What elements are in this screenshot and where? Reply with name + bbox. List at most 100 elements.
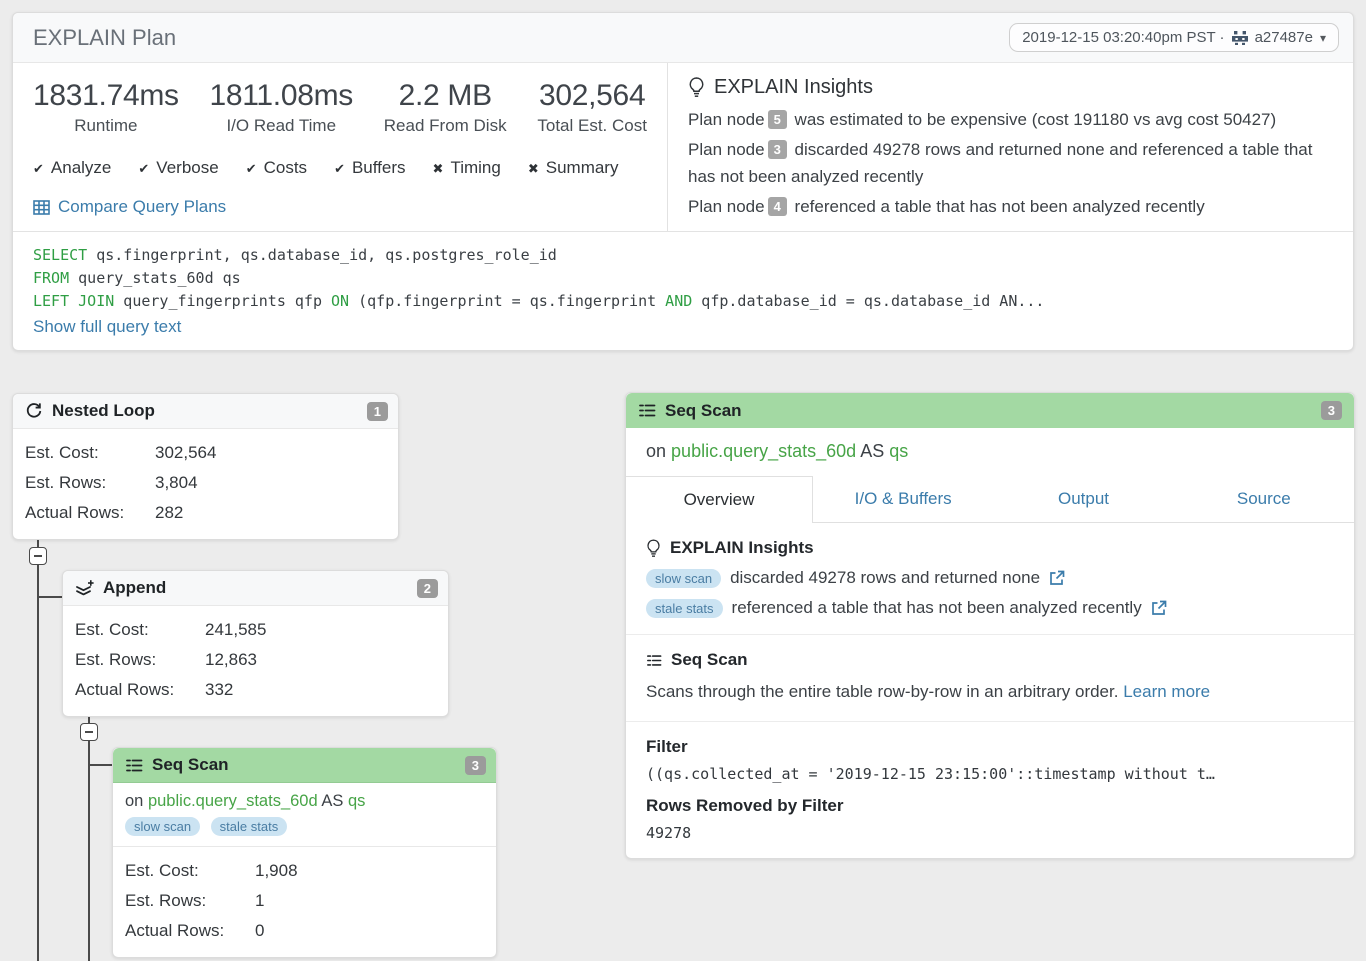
stat-label: Read From Disk [384, 116, 507, 136]
details-header: Seq Scan 3 [626, 393, 1354, 428]
table-link[interactable]: public.query_stats_60d [148, 792, 318, 810]
summary-stats-pane: 1831.74ms Runtime 1811.08ms I/O Read Tim… [13, 63, 667, 231]
plan-node-seq-scan[interactable]: Seq Scan 3 on public.query_stats_60d AS … [112, 747, 497, 958]
stat-io-read-time: 1811.08ms I/O Read Time [210, 79, 354, 136]
table-link[interactable]: public.query_stats_60d [671, 441, 856, 461]
sql-text: (qfp.fingerprint = qs.fingerprint [349, 292, 665, 310]
rows-removed-title: Rows Removed by Filter [646, 796, 1334, 816]
external-link-icon[interactable] [1049, 570, 1065, 586]
query-text-section: SELECT qs.fingerprint, qs.database_id, q… [13, 231, 1353, 350]
insight-prefix: Plan node [688, 197, 765, 216]
lightbulb-icon [688, 77, 705, 98]
details-table-row: on public.query_stats_60d AS qs [626, 428, 1354, 476]
stat-value: 1 [255, 886, 264, 916]
stat-value: 1,908 [255, 856, 298, 886]
stat-row: Est. Cost:1,908 [125, 856, 484, 886]
plan-node-badge[interactable]: 4 [768, 197, 787, 216]
collapse-node-button[interactable] [80, 723, 98, 741]
option-buffers: ✔Buffers [334, 158, 405, 178]
tab-source[interactable]: Source [1174, 476, 1354, 523]
sql-keyword: LEFT JOIN [33, 292, 114, 310]
stat-row: Est. Cost:302,564 [25, 438, 386, 468]
section-title-text: Seq Scan [671, 650, 748, 670]
filter-section: Filter ((qs.collected_at = '2019-12-15 2… [626, 722, 1354, 858]
stat-row: Actual Rows:0 [125, 916, 484, 946]
plan-selector-dropdown[interactable]: 2019-12-15 03:20:40pm PST · a27487e ▾ [1009, 23, 1339, 52]
insight-item: Plan node4 referenced a table that has n… [688, 193, 1333, 220]
stat-row: Est. Rows:3,804 [25, 468, 386, 498]
stat-row: Est. Rows:1 [125, 886, 484, 916]
plan-tree: Nested Loop 1 Est. Cost:302,564 Est. Row… [12, 380, 1366, 961]
description-text: Scans through the entire table row-by-ro… [646, 682, 1118, 701]
plan-node-badge[interactable]: 3 [768, 140, 787, 159]
table-grid-icon [33, 200, 50, 215]
tree-connector-line [38, 596, 62, 598]
compare-query-plans-link[interactable]: Compare Query Plans [58, 197, 226, 217]
node-number-badge: 1 [367, 402, 388, 421]
stat-label: Actual Rows: [75, 675, 205, 705]
tab-io-buffers[interactable]: I/O & Buffers [813, 476, 993, 523]
lightbulb-icon [646, 539, 661, 558]
plan-node-badge[interactable]: 5 [768, 110, 787, 129]
node-title: Append [103, 578, 408, 598]
learn-more-link[interactable]: Learn more [1123, 682, 1210, 701]
plan-node-append[interactable]: Append 2 Est. Cost:241,585 Est. Rows:12,… [62, 570, 449, 717]
node-table-row: on public.query_stats_60d AS qs slow sca… [113, 783, 496, 847]
stat-label: Est. Cost: [25, 438, 155, 468]
card-body: 1831.74ms Runtime 1811.08ms I/O Read Tim… [13, 63, 1353, 231]
sql-text: query_stats_60d qs [69, 269, 241, 287]
as-word: AS [321, 792, 343, 810]
insight-text: was estimated to be expensive (cost 1911… [795, 110, 1277, 129]
sql-line: SELECT qs.fingerprint, qs.database_id, q… [33, 244, 1333, 267]
filter-title: Filter [646, 737, 1334, 757]
insight-prefix: Plan node [688, 110, 765, 129]
tab-overview[interactable]: Overview [626, 476, 813, 523]
stat-row: Est. Rows:12,863 [75, 645, 436, 675]
tag-slow-scan: slow scan [646, 569, 721, 588]
sql-text: qs.fingerprint, qs.database_id, qs.postg… [87, 246, 557, 264]
check-icon: ✔ [334, 161, 345, 176]
stat-value: 0 [255, 916, 264, 946]
alias-link[interactable]: qs [348, 792, 365, 810]
stat-label: Est. Rows: [25, 468, 155, 498]
card-header: EXPLAIN Plan 2019-12-15 03:20:40pm PST ·… [13, 13, 1353, 63]
section-title: Seq Scan [646, 650, 1334, 670]
stats-row: 1831.74ms Runtime 1811.08ms I/O Read Tim… [33, 79, 647, 136]
explain-plan-card: EXPLAIN Plan 2019-12-15 03:20:40pm PST ·… [12, 12, 1354, 351]
alias-link[interactable]: qs [889, 441, 908, 461]
option-costs: ✔Costs [246, 158, 307, 178]
option-analyze: ✔Analyze [33, 158, 111, 178]
insight-item: slow scan discarded 49278 rows and retur… [646, 568, 1334, 588]
tag-stale-stats: stale stats [646, 599, 723, 618]
stat-value: 1811.08ms [210, 79, 354, 113]
tree-connector-line [37, 526, 39, 961]
tab-output[interactable]: Output [993, 476, 1173, 523]
node-type-description: Scans through the entire table row-by-ro… [646, 679, 1334, 705]
loop-icon [25, 402, 43, 420]
stat-value: 2.2 MB [384, 79, 507, 113]
option-verbose: ✔Verbose [138, 158, 218, 178]
option-timing: ✖Timing [433, 158, 501, 178]
seq-scan-rows-icon [646, 653, 662, 668]
plan-node-nested-loop[interactable]: Nested Loop 1 Est. Cost:302,564 Est. Row… [12, 393, 399, 540]
stat-label: Est. Cost: [125, 856, 255, 886]
stat-label: Total Est. Cost [537, 116, 647, 136]
option-label: Analyze [51, 158, 111, 177]
stat-label: I/O Read Time [210, 116, 354, 136]
node-stats: Est. Cost:241,585 Est. Rows:12,863 Actua… [63, 606, 448, 716]
stat-label: Est. Cost: [75, 615, 205, 645]
show-full-query-link[interactable]: Show full query text [33, 317, 181, 337]
chevron-down-icon: ▾ [1320, 31, 1326, 45]
insights-title-text: EXPLAIN Insights [714, 76, 873, 99]
collapse-node-button[interactable] [29, 547, 47, 565]
external-link-icon[interactable] [1151, 600, 1167, 616]
option-label: Costs [264, 158, 307, 177]
sql-keyword: FROM [33, 269, 69, 287]
stat-value: 241,585 [205, 615, 266, 645]
insights-panel-title: EXPLAIN Insights [688, 76, 1333, 99]
stat-value: 302,564 [537, 79, 647, 113]
seq-scan-rows-icon [125, 757, 143, 774]
stat-label: Est. Rows: [125, 886, 255, 916]
sql-keyword: ON [331, 292, 349, 310]
node-stats: Est. Cost:302,564 Est. Rows:3,804 Actual… [13, 429, 398, 539]
